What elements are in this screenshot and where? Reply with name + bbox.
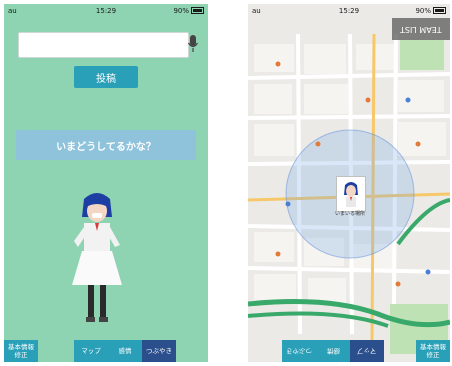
tab-emotion-2[interactable]: 感情 (316, 340, 350, 362)
team-list-label: TEAM LIST (400, 24, 442, 34)
team-list-button[interactable]: TEAM LIST (392, 18, 450, 40)
map-screen: au 15:29 90% TEAM LIST いまいる場所 つぶやき 感情 マッ… (248, 4, 450, 362)
battery-indicator: 90% (173, 7, 204, 15)
battery-icon-2 (433, 7, 446, 14)
marker-label: いまいる場所 (334, 211, 365, 217)
character-avatar (72, 193, 122, 322)
battery-indicator-2: 90% (415, 7, 446, 15)
search-input[interactable] (18, 32, 189, 58)
tab-profile-edit-2[interactable]: 基本情報 修正 (416, 340, 450, 362)
status-bar: au 15:29 90% (4, 4, 208, 18)
status-prompt-card[interactable]: いまどうしてるかな？ (16, 130, 196, 160)
tab-map[interactable]: マップ (74, 340, 108, 362)
tab-map-2[interactable]: マップ (350, 340, 384, 362)
tab-tweet-2[interactable]: つぶやき (282, 340, 316, 362)
status-bar-2: au 15:29 90% (248, 4, 450, 18)
user-location-marker[interactable] (336, 176, 366, 212)
post-button[interactable]: 投稿 (74, 66, 138, 88)
tweet-screen: au 15:29 90% 投稿 いまどうしてるかな？ 基本情報 修正 マップ 感… (4, 4, 208, 362)
tab-tweet[interactable]: つぶやき (142, 340, 176, 362)
battery-percent: 90% (173, 7, 189, 15)
battery-percent-2: 90% (415, 7, 431, 15)
bottom-tab-bar: 基本情報 修正 マップ 感情 つぶやき (4, 340, 208, 362)
bottom-tab-bar-2: つぶやき 感情 マップ 基本情報 修正 (248, 340, 450, 362)
avatar-thumbnail-icon (344, 182, 358, 207)
tab-profile-edit[interactable]: 基本情報 修正 (4, 340, 38, 362)
microphone-icon[interactable] (187, 34, 199, 54)
tab-emotion[interactable]: 感情 (108, 340, 142, 362)
battery-icon (191, 7, 204, 14)
